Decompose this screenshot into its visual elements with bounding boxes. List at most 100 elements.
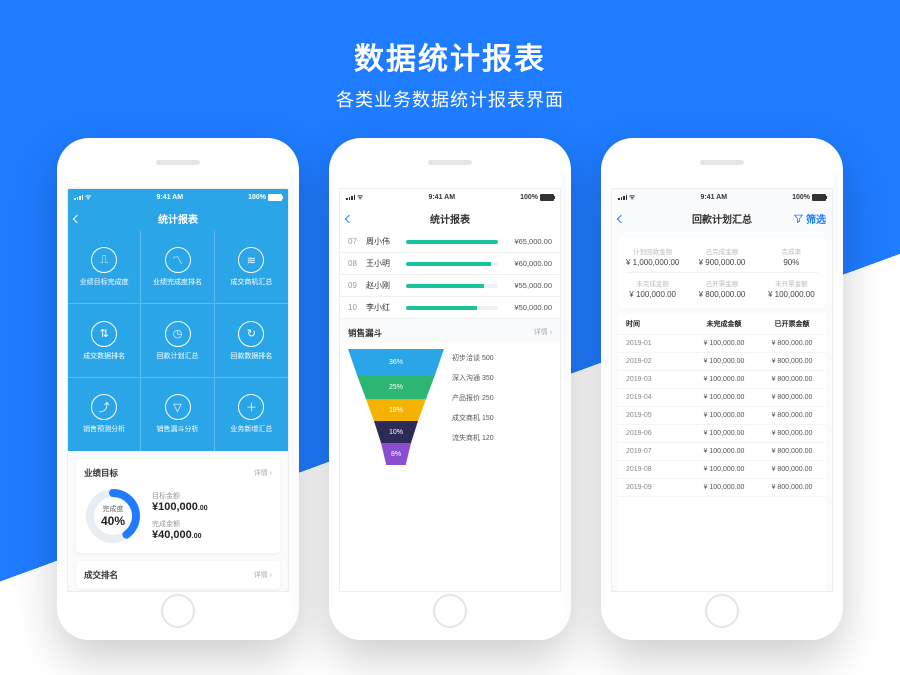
phone-2: ᯤ 9:41 AM 100% 统计报表 07 周小伟 ¥65,000.0008 … — [329, 138, 571, 640]
rank-bar — [406, 240, 498, 244]
summary-cell: 已完成金额¥ 900,000.00 — [687, 243, 756, 270]
report-grid-item[interactable]: ⎍业绩目标完成度 — [68, 231, 141, 304]
report-grid-item[interactable]: ≋成交商机汇总 — [215, 231, 288, 304]
report-grid-item[interactable]: ◷ 回款计划汇总 — [141, 304, 214, 377]
nav-title: 统计报表 — [430, 211, 470, 226]
table-cell: ¥ 800,000.00 — [758, 425, 826, 442]
hero: 数据统计报表 各类业务数据统计报表界面 — [0, 0, 900, 112]
table-row[interactable]: 2019-09¥ 100,000.00¥ 800,000.00 — [618, 479, 826, 497]
table-cell: ¥ 100,000.00 — [690, 389, 758, 406]
chevron-left-icon — [617, 215, 625, 223]
rank-name: 王小明 — [366, 258, 400, 269]
battery-icon — [812, 194, 826, 201]
table-cell: ¥ 800,000.00 — [758, 461, 826, 478]
report-grid-item[interactable]: 〽业绩完成度排名 — [141, 231, 214, 304]
status-time: 9:41 AM — [700, 194, 727, 201]
battery-pct: 100% — [248, 194, 266, 201]
table-cell: 2019-06 — [618, 425, 690, 442]
table-cell: ¥ 800,000.00 — [758, 443, 826, 460]
goal-card-title: 业绩目标 — [84, 467, 118, 479]
filter-icon — [794, 214, 803, 223]
funnel-more-link[interactable]: 详情 › — [534, 327, 552, 339]
funnel-label: 成交商机 150 — [452, 413, 552, 423]
rank-name: 李小红 — [366, 302, 400, 313]
grid-item-label: 业务新增汇总 — [230, 424, 272, 434]
table-cell: 2019-09 — [618, 479, 690, 496]
rank-amount: ¥55,000.00 — [504, 281, 552, 290]
table-cell: ¥ 100,000.00 — [690, 407, 758, 424]
status-time: 9:41 AM — [156, 194, 183, 201]
status-time: 9:41 AM — [428, 194, 455, 201]
rank-amount: ¥50,000.00 — [504, 303, 552, 312]
battery-pct: 100% — [520, 194, 538, 201]
grid-item-icon: ⤴ — [91, 394, 117, 420]
filter-label: 筛选 — [806, 211, 826, 226]
table-cell: ¥ 800,000.00 — [758, 335, 826, 352]
rank-amount: ¥65,000.00 — [504, 237, 552, 246]
filter-button[interactable]: 筛选 — [794, 211, 826, 226]
table-cell: ¥ 100,000.00 — [690, 425, 758, 442]
rank-more-link[interactable]: 详情 › — [254, 570, 272, 580]
done-label: 完成金额 — [152, 519, 208, 529]
grid-item-icon: ⎍ — [91, 247, 117, 273]
table-row[interactable]: 2019-03¥ 100,000.00¥ 800,000.00 — [618, 371, 826, 389]
rank-bar — [406, 306, 498, 310]
table-cell: ¥ 100,000.00 — [690, 443, 758, 460]
ranking-row[interactable]: 10 李小红 ¥50,000.00 — [340, 297, 560, 319]
funnel-chart: 36%25%18%10%8% 初步洽谈 500深入沟通 350产品报价 250成… — [340, 343, 560, 591]
funnel-segment: 8% — [381, 443, 411, 465]
table-cell: 2019-05 — [618, 407, 690, 424]
table-row[interactable]: 2019-01¥ 100,000.00¥ 800,000.00 — [618, 335, 826, 353]
report-grid-item[interactable]: ⇅成交数据排名 — [68, 304, 141, 377]
ranking-row[interactable]: 08 王小明 ¥60,000.00 — [340, 253, 560, 275]
ranking-row[interactable]: 07 周小伟 ¥65,000.00 — [340, 231, 560, 253]
table-row[interactable]: 2019-05¥ 100,000.00¥ 800,000.00 — [618, 407, 826, 425]
ranking-row[interactable]: 09 赵小刚 ¥55,000.00 — [340, 275, 560, 297]
wifi-icon: ᯤ — [85, 193, 91, 202]
summary-value: ¥ 900,000.00 — [687, 258, 756, 267]
back-button[interactable] — [346, 211, 352, 225]
funnel-title: 销售漏斗 — [348, 327, 382, 339]
report-grid-item[interactable]: ↻回款数据排名 — [215, 304, 288, 377]
table-cell: ¥ 800,000.00 — [758, 371, 826, 388]
grid-item-icon: ↻ — [238, 321, 264, 347]
table-row[interactable]: 2019-02¥ 100,000.00¥ 800,000.00 — [618, 353, 826, 371]
summary-cell: 已开票金额¥ 800,000.00 — [687, 275, 756, 302]
grid-item-label: 回款计划汇总 — [157, 351, 199, 361]
summary-label: 已开票金额 — [687, 278, 756, 288]
phone-1: ᯤ 9:41 AM 100% 统计报表 ⎍业绩目标完成度〽业绩完成度排名≋成交商… — [57, 138, 299, 640]
table-row[interactable]: 2019-04¥ 100,000.00¥ 800,000.00 — [618, 389, 826, 407]
summary-value: ¥ 100,000.00 — [757, 290, 826, 299]
report-grid-item[interactable]: ＋业务新增汇总 — [215, 378, 288, 451]
report-grid-item[interactable]: ⤴销售预测分析 — [68, 378, 141, 451]
table-cell: ¥ 100,000.00 — [690, 353, 758, 370]
table-cell: ¥ 100,000.00 — [690, 461, 758, 478]
rank-number: 08 — [348, 259, 360, 268]
summary-label: 完成率 — [757, 246, 826, 256]
summary-label: 未开票金额 — [757, 278, 826, 288]
table-row[interactable]: 2019-07¥ 100,000.00¥ 800,000.00 — [618, 443, 826, 461]
summary-cell: 未开票金额 ¥ 100,000.00 — [757, 275, 826, 302]
grid-item-label: 成交商机汇总 — [230, 277, 272, 287]
table-cell: 2019-01 — [618, 335, 690, 352]
battery-icon — [540, 194, 554, 201]
summary-label: 未完成金额 — [618, 278, 687, 288]
table-cell: ¥ 100,000.00 — [690, 479, 758, 496]
report-grid-item[interactable]: ▽销售漏斗分析 — [141, 378, 214, 451]
table-row[interactable]: 2019-06¥ 100,000.00¥ 800,000.00 — [618, 425, 826, 443]
goal-more-link[interactable]: 详情 › — [254, 468, 272, 478]
phone-row: ᯤ 9:41 AM 100% 统计报表 ⎍业绩目标完成度〽业绩完成度排名≋成交商… — [0, 138, 900, 640]
back-button[interactable] — [74, 211, 80, 225]
done-value: ¥40,000 — [152, 529, 192, 541]
grid-item-icon: ◷ — [165, 321, 191, 347]
wifi-icon: ᯤ — [629, 193, 635, 202]
hero-subtitle: 各类业务数据统计报表界面 — [0, 86, 900, 112]
table-row[interactable]: 2019-08¥ 100,000.00¥ 800,000.00 — [618, 461, 826, 479]
funnel-segment: 36% — [348, 349, 444, 375]
summary-value: ¥ 1,000,000.00 — [618, 258, 687, 267]
nav-bar: 回款计划汇总 筛选 — [612, 205, 832, 231]
back-button[interactable] — [618, 211, 624, 225]
rank-card-title: 成交排名 — [84, 569, 118, 581]
grid-item-label: 成交数据排名 — [83, 351, 125, 361]
table-cell: ¥ 800,000.00 — [758, 479, 826, 496]
